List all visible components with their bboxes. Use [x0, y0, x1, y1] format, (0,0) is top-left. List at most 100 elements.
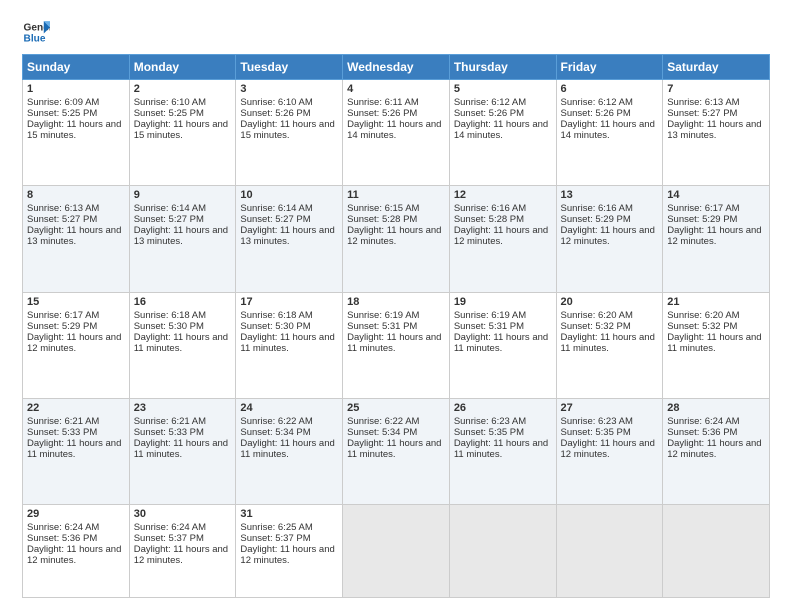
calendar-cell: 12Sunrise: 6:16 AMSunset: 5:28 PMDayligh… [449, 186, 556, 292]
day-number: 28 [667, 402, 765, 414]
sunset-label: Sunset: 5:26 PM [561, 108, 631, 119]
sunset-label: Sunset: 5:37 PM [134, 533, 204, 544]
sunrise-label: Sunrise: 6:12 AM [454, 97, 526, 108]
page: General Blue SundayMondayTuesdayWednesda… [0, 0, 792, 612]
sunrise-label: Sunrise: 6:17 AM [27, 310, 99, 321]
daylight-label: Daylight: 11 hours and 13 minutes. [240, 225, 334, 247]
day-number: 11 [347, 189, 445, 201]
calendar-week-5: 29Sunrise: 6:24 AMSunset: 5:36 PMDayligh… [23, 505, 770, 598]
sunset-label: Sunset: 5:27 PM [240, 214, 310, 225]
daylight-label: Daylight: 11 hours and 12 minutes. [240, 544, 334, 566]
calendar-cell: 4Sunrise: 6:11 AMSunset: 5:26 PMDaylight… [343, 80, 450, 186]
calendar-cell: 3Sunrise: 6:10 AMSunset: 5:26 PMDaylight… [236, 80, 343, 186]
day-number: 30 [134, 508, 232, 520]
day-number: 5 [454, 83, 552, 95]
daylight-label: Daylight: 11 hours and 13 minutes. [134, 225, 228, 247]
sunrise-label: Sunrise: 6:21 AM [134, 416, 206, 427]
sunrise-label: Sunrise: 6:10 AM [134, 97, 206, 108]
sunset-label: Sunset: 5:27 PM [134, 214, 204, 225]
daylight-label: Daylight: 11 hours and 12 minutes. [134, 544, 228, 566]
sunrise-label: Sunrise: 6:20 AM [667, 310, 739, 321]
day-number: 1 [27, 83, 125, 95]
sunset-label: Sunset: 5:36 PM [667, 427, 737, 438]
calendar-cell: 31Sunrise: 6:25 AMSunset: 5:37 PMDayligh… [236, 505, 343, 598]
day-number: 18 [347, 296, 445, 308]
sunset-label: Sunset: 5:31 PM [454, 321, 524, 332]
sunrise-label: Sunrise: 6:14 AM [240, 203, 312, 214]
sunrise-label: Sunrise: 6:19 AM [454, 310, 526, 321]
calendar-cell: 15Sunrise: 6:17 AMSunset: 5:29 PMDayligh… [23, 292, 130, 398]
sunset-label: Sunset: 5:37 PM [240, 533, 310, 544]
calendar-header-monday: Monday [129, 55, 236, 80]
daylight-label: Daylight: 11 hours and 12 minutes. [27, 544, 121, 566]
daylight-label: Daylight: 11 hours and 14 minutes. [561, 119, 655, 141]
daylight-label: Daylight: 11 hours and 12 minutes. [347, 225, 441, 247]
calendar-cell: 17Sunrise: 6:18 AMSunset: 5:30 PMDayligh… [236, 292, 343, 398]
calendar-table: SundayMondayTuesdayWednesdayThursdayFrid… [22, 54, 770, 598]
sunset-label: Sunset: 5:34 PM [347, 427, 417, 438]
daylight-label: Daylight: 11 hours and 15 minutes. [27, 119, 121, 141]
sunset-label: Sunset: 5:25 PM [27, 108, 97, 119]
day-number: 17 [240, 296, 338, 308]
sunset-label: Sunset: 5:26 PM [347, 108, 417, 119]
daylight-label: Daylight: 11 hours and 11 minutes. [667, 332, 761, 354]
daylight-label: Daylight: 11 hours and 11 minutes. [240, 332, 334, 354]
sunrise-label: Sunrise: 6:10 AM [240, 97, 312, 108]
sunset-label: Sunset: 5:29 PM [561, 214, 631, 225]
sunrise-label: Sunrise: 6:23 AM [561, 416, 633, 427]
daylight-label: Daylight: 11 hours and 12 minutes. [454, 225, 548, 247]
logo: General Blue [22, 18, 54, 46]
calendar-cell: 23Sunrise: 6:21 AMSunset: 5:33 PMDayligh… [129, 398, 236, 504]
calendar-cell: 22Sunrise: 6:21 AMSunset: 5:33 PMDayligh… [23, 398, 130, 504]
day-number: 9 [134, 189, 232, 201]
daylight-label: Daylight: 11 hours and 11 minutes. [240, 438, 334, 460]
sunrise-label: Sunrise: 6:12 AM [561, 97, 633, 108]
sunrise-label: Sunrise: 6:16 AM [561, 203, 633, 214]
day-number: 8 [27, 189, 125, 201]
sunset-label: Sunset: 5:31 PM [347, 321, 417, 332]
daylight-label: Daylight: 11 hours and 11 minutes. [347, 438, 441, 460]
sunrise-label: Sunrise: 6:18 AM [240, 310, 312, 321]
calendar-cell: 8Sunrise: 6:13 AMSunset: 5:27 PMDaylight… [23, 186, 130, 292]
calendar-cell: 29Sunrise: 6:24 AMSunset: 5:36 PMDayligh… [23, 505, 130, 598]
sunrise-label: Sunrise: 6:24 AM [134, 522, 206, 533]
daylight-label: Daylight: 11 hours and 12 minutes. [27, 332, 121, 354]
calendar-cell: 13Sunrise: 6:16 AMSunset: 5:29 PMDayligh… [556, 186, 663, 292]
calendar-week-3: 15Sunrise: 6:17 AMSunset: 5:29 PMDayligh… [23, 292, 770, 398]
calendar-header-row: SundayMondayTuesdayWednesdayThursdayFrid… [23, 55, 770, 80]
calendar-cell: 5Sunrise: 6:12 AMSunset: 5:26 PMDaylight… [449, 80, 556, 186]
calendar-cell: 25 Sunrise: 6:22 AMSunset: 5:34 PMDayligh… [343, 398, 450, 504]
sunset-label: Sunset: 5:30 PM [134, 321, 204, 332]
sunrise-label: Sunrise: 6:14 AM [134, 203, 206, 214]
daylight-label: Daylight: 11 hours and 12 minutes. [561, 225, 655, 247]
day-number: 24 [240, 402, 338, 414]
calendar-week-1: 1Sunrise: 6:09 AMSunset: 5:25 PMDaylight… [23, 80, 770, 186]
calendar-cell [449, 505, 556, 598]
sunset-label: Sunset: 5:28 PM [454, 214, 524, 225]
sunset-label: Sunset: 5:26 PM [240, 108, 310, 119]
sunset-label: Sunset: 5:35 PM [454, 427, 524, 438]
calendar-cell [663, 505, 770, 598]
sunrise-label: Sunrise: 6:21 AM [27, 416, 99, 427]
calendar-header-saturday: Saturday [663, 55, 770, 80]
calendar-cell: 20Sunrise: 6:20 AMSunset: 5:32 PMDayligh… [556, 292, 663, 398]
daylight-label: Daylight: 11 hours and 11 minutes. [134, 332, 228, 354]
calendar-cell: 21Sunrise: 6:20 AMSunset: 5:32 PMDayligh… [663, 292, 770, 398]
day-number: 10 [240, 189, 338, 201]
daylight-label: Daylight: 11 hours and 12 minutes. [561, 438, 655, 460]
day-number: 23 [134, 402, 232, 414]
day-number: 26 [454, 402, 552, 414]
sunrise-label: Sunrise: 6:15 AM [347, 203, 419, 214]
daylight-label: Daylight: 11 hours and 11 minutes. [561, 332, 655, 354]
daylight-label: Daylight: 11 hours and 11 minutes. [134, 438, 228, 460]
sunset-label: Sunset: 5:28 PM [347, 214, 417, 225]
sunset-label: Sunset: 5:32 PM [561, 321, 631, 332]
calendar-cell [556, 505, 663, 598]
svg-text:Blue: Blue [24, 33, 46, 44]
day-number: 31 [240, 508, 338, 520]
sunrise-label: Sunrise: 6:22 AM [347, 416, 419, 427]
day-number: 25 [347, 402, 445, 414]
day-number: 6 [561, 83, 659, 95]
sunrise-label: Sunrise: 6:18 AM [134, 310, 206, 321]
sunset-label: Sunset: 5:34 PM [240, 427, 310, 438]
